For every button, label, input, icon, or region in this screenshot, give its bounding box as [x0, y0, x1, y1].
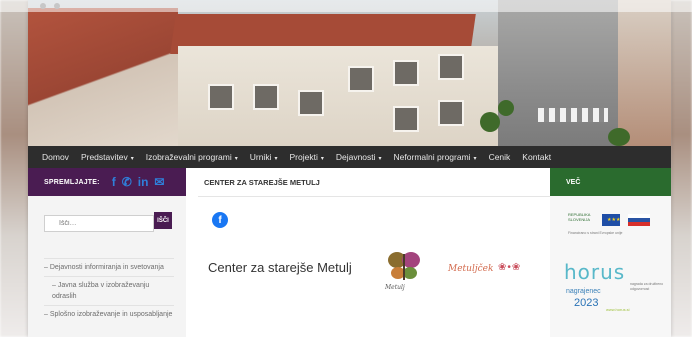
browser-dot-icon [40, 3, 46, 9]
vec-title: VEČ [566, 178, 581, 186]
vec-header: VEČ [550, 168, 671, 196]
photo-window [253, 84, 279, 110]
main-content: CENTER ZA STAREJŠE METULJ f Center za st… [198, 168, 550, 337]
photo-window [393, 106, 419, 132]
search-form: IŠČI [44, 212, 172, 232]
chevron-down-icon: ▾ [320, 156, 324, 162]
sidebar-item-informiranje[interactable]: – Dejavnosti informiranja in svetovanja [44, 258, 174, 276]
search-wrap [44, 212, 154, 232]
metuljcek-logo: Metuljček [448, 264, 494, 274]
photo-roof-left [28, 8, 178, 146]
chevron-down-icon: ▾ [130, 156, 134, 162]
nav-item-cenik[interactable]: Cenik [489, 152, 511, 162]
photo-window [348, 66, 374, 92]
nav-item-projekti[interactable]: Projekti ▾ [289, 152, 323, 162]
right-sidebar: VEČ REPUBLIKA SLOVENIJA ★★★ Financirano … [550, 168, 671, 337]
republika-slovenija-text: REPUBLIKA SLOVENIJA [568, 212, 591, 222]
slovenia-flag-icon [628, 214, 650, 226]
photo-street-buildings [618, 0, 671, 146]
photo-window [438, 54, 464, 80]
sidebar-item-javna-sluzba[interactable]: – Javna služba v izobraževanju odraslih [44, 276, 174, 305]
background-photo-right [670, 0, 692, 337]
photo-crosswalk [538, 108, 608, 122]
nav-item-urniki[interactable]: Urniki ▾ [250, 152, 278, 162]
chevron-down-icon: ▾ [378, 156, 382, 162]
eu-funding-note: Financirano s strani Evropske unije [568, 231, 623, 235]
chevron-down-icon: ▾ [234, 156, 238, 162]
metuljcek-logo-flowers: ❀•❀ [498, 262, 522, 273]
eu-funding-logos[interactable]: REPUBLIKA SLOVENIJA ★★★ Financirano s st… [568, 210, 658, 238]
follow-bar: SPREMLJAJTE: f ✆ in ✉ [28, 168, 186, 196]
nav-item-domov[interactable]: Domov [42, 152, 69, 162]
photo-window [393, 60, 419, 86]
header-photo [28, 0, 671, 146]
search-input[interactable] [44, 215, 154, 232]
photo-window [438, 100, 464, 126]
horus-description: nagrada za družbeno odgovornost [630, 282, 664, 291]
sidebar-item-splosno-izobrazevanje[interactable]: – Splošno izobraževanje in usposabljanje [44, 305, 174, 323]
main-navigation: Domov Predstavitev ▾ Izobraževalni progra… [28, 146, 671, 168]
chevron-down-icon: ▾ [274, 156, 278, 162]
nav-item-dejavnosti[interactable]: Dejavnosti ▾ [336, 152, 382, 162]
browser-dot-icon [54, 3, 60, 9]
nav-item-predstavitev[interactable]: Predstavitev ▾ [81, 152, 134, 162]
linkedin-icon[interactable]: in [138, 176, 149, 188]
chevron-down-icon: ▾ [473, 156, 477, 162]
mail-icon[interactable]: ✉ [154, 176, 164, 188]
butterfly-logo-label: Metulj [385, 284, 405, 291]
page: Domov Predstavitev ▾ Izobraževalni progra… [28, 0, 671, 337]
horus-year: 2023 [574, 297, 599, 309]
section-title: CENTER ZA STAREJŠE METULJ [204, 177, 320, 187]
photo-window [298, 90, 324, 116]
horus-name: horus [564, 260, 626, 284]
horus-award-label: nagrajenec [566, 288, 601, 295]
horus-award-logo[interactable]: horus nagrada za družbeno odgovornost na… [564, 260, 664, 320]
nav-item-neformalni-programi[interactable]: Neformalni programi ▾ [394, 152, 477, 162]
left-sidebar: SPREMLJAJTE: f ✆ in ✉ IŠČI – Dejavnosti … [28, 168, 186, 337]
photo-window [208, 84, 234, 110]
page-heading: Center za starejše Metulj [208, 260, 352, 275]
horus-site: www.horus.si [606, 307, 630, 312]
photo-tree [608, 128, 630, 146]
eu-flag-icon: ★★★ [602, 214, 620, 226]
photo-tree [498, 100, 514, 116]
browser-bar [0, 0, 692, 12]
sidebar-menu: – Dejavnosti informiranja in svetovanja … [44, 258, 174, 323]
nav-item-kontakt[interactable]: Kontakt [522, 152, 551, 162]
search-button[interactable]: IŠČI [154, 212, 172, 229]
photo-building [178, 46, 508, 146]
phone-icon[interactable]: ✆ [122, 176, 132, 188]
nav-item-izobrazevalni-programi[interactable]: Izobraževalni programi ▾ [146, 152, 238, 162]
section-header: CENTER ZA STAREJŠE METULJ [198, 168, 550, 197]
facebook-icon[interactable]: f [212, 212, 228, 228]
follow-label: SPREMLJAJTE: [44, 178, 100, 186]
social-links: f ✆ in ✉ [112, 176, 165, 188]
photo-tree [480, 112, 500, 132]
facebook-icon[interactable]: f [112, 176, 116, 188]
background-photo-left [0, 0, 30, 337]
